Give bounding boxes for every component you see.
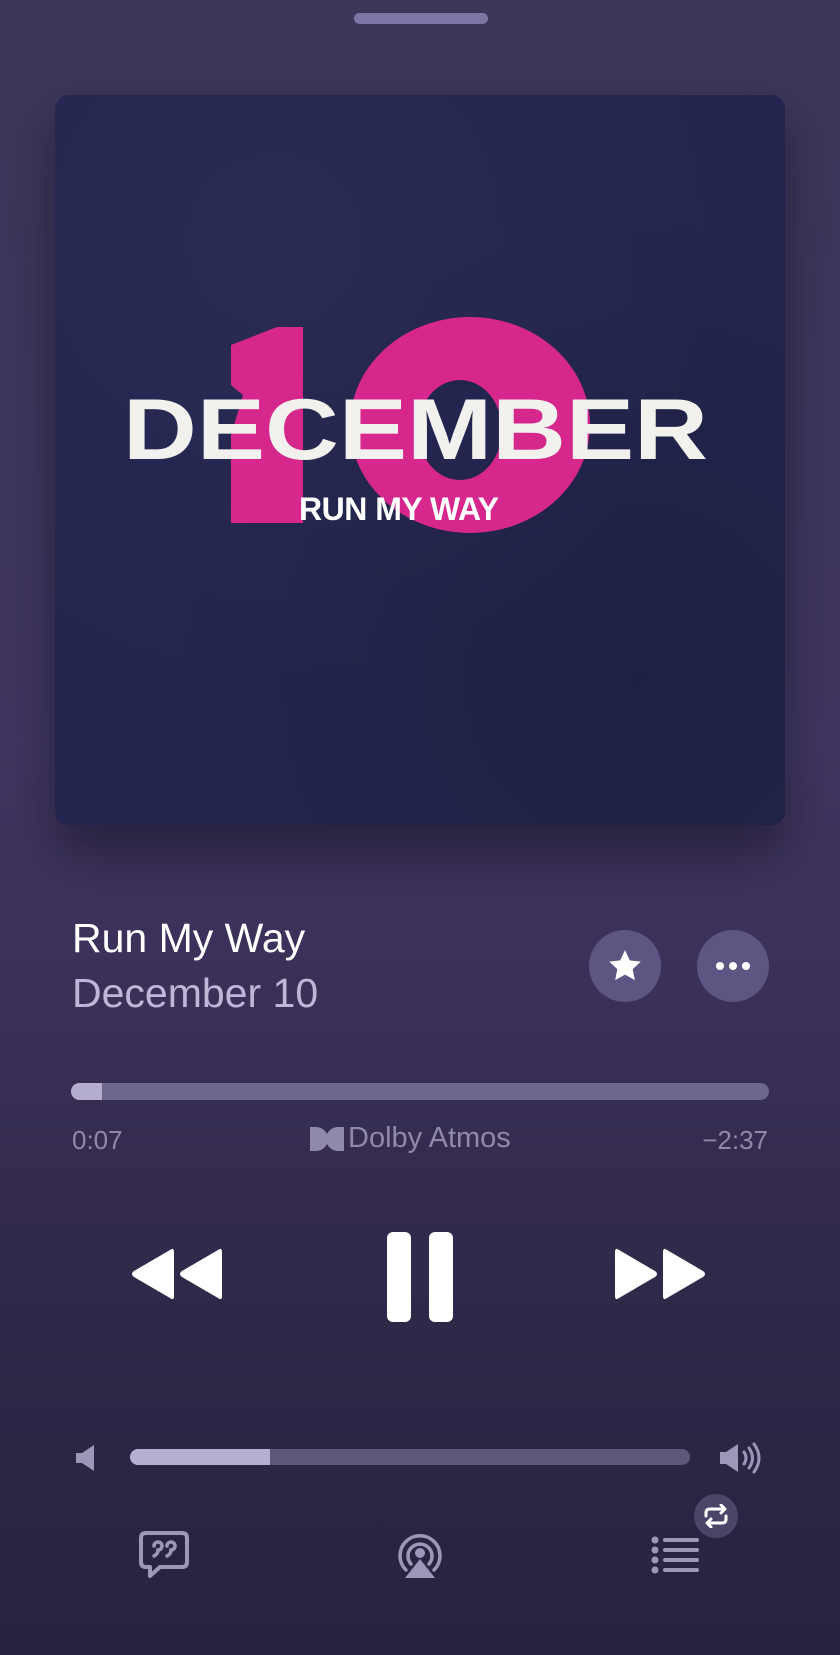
volume-level-fill [130, 1449, 270, 1465]
pause-icon [387, 1232, 453, 1322]
rewind-button[interactable] [130, 1247, 226, 1301]
playback-progress-fill [71, 1083, 103, 1100]
elapsed-time: 0:07 [72, 1125, 123, 1155]
volume-slider[interactable] [130, 1449, 690, 1465]
album-artwork: DECEMBER RUN MY WAY [55, 95, 785, 825]
queue-icon [651, 1536, 699, 1574]
speaker-low-icon [74, 1444, 98, 1477]
forward-button[interactable] [611, 1247, 707, 1301]
queue-button[interactable] [651, 1535, 701, 1575]
sheet-grabber[interactable] [354, 13, 488, 24]
dolby-icon [310, 1126, 344, 1151]
artist-name[interactable]: December 10 [72, 970, 318, 1017]
more-icon [716, 962, 750, 970]
repeat-icon [704, 1504, 728, 1528]
art-subtitle: RUN MY WAY [299, 491, 499, 527]
remaining-time: −2:37 [702, 1125, 768, 1155]
speaker-high-icon [718, 1442, 764, 1479]
repeat-button[interactable] [694, 1494, 738, 1538]
favorite-button[interactable] [589, 930, 661, 1002]
dolby-atmos-badge: Dolby Atmos [310, 1122, 511, 1155]
lyrics-button[interactable] [138, 1530, 190, 1580]
airplay-icon [398, 1533, 442, 1578]
rewind-icon [132, 1248, 222, 1300]
pause-button[interactable] [383, 1230, 457, 1324]
airplay-button[interactable] [395, 1530, 445, 1580]
album-art-graphic: DECEMBER [123, 317, 708, 533]
audio-format-label: Dolby Atmos [348, 1122, 511, 1154]
playback-scrubber[interactable] [71, 1083, 769, 1100]
track-title[interactable]: Run My Way [72, 915, 305, 962]
forward-icon [615, 1248, 705, 1300]
star-icon [609, 950, 641, 981]
more-button[interactable] [697, 930, 769, 1002]
lyrics-icon [139, 1531, 189, 1578]
art-wordmark: DECEMBER [123, 382, 708, 478]
